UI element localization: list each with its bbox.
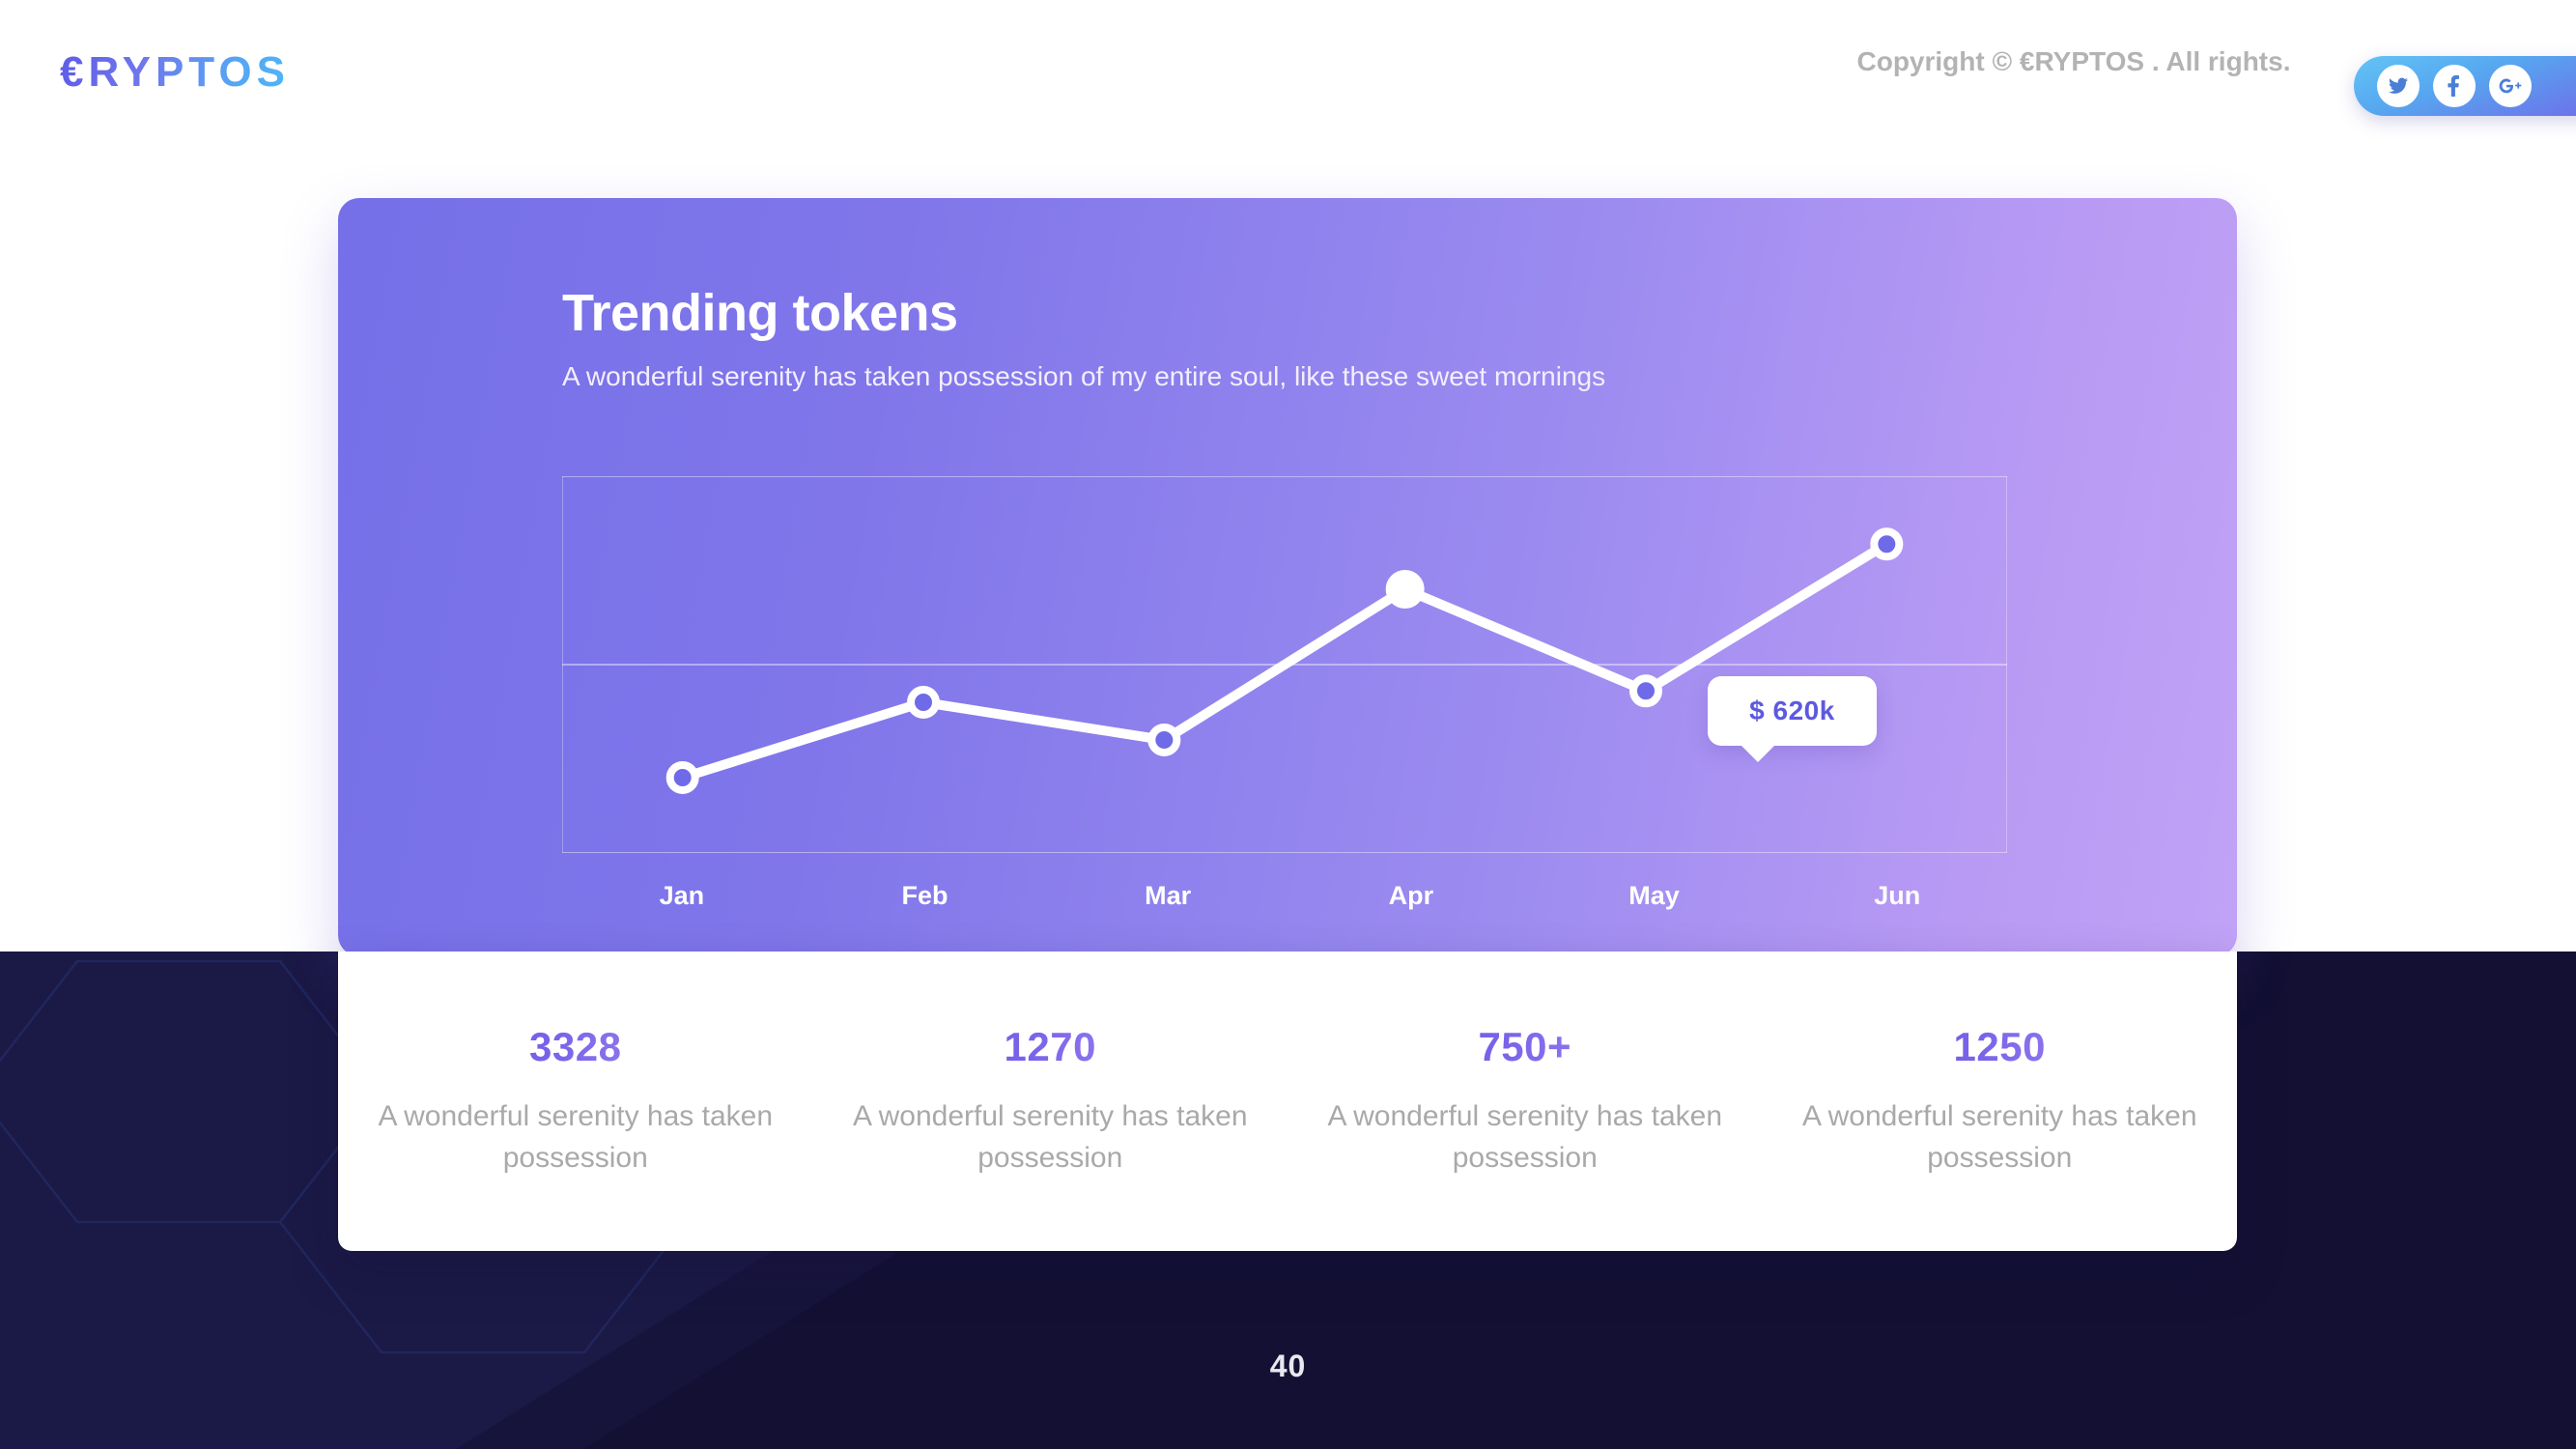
stat-value: 1270 bbox=[848, 1024, 1254, 1070]
x-axis-labels: Jan Feb Mar Apr May Jun bbox=[560, 881, 2019, 911]
twitter-icon[interactable] bbox=[2377, 65, 2420, 107]
page-title: Trending tokens bbox=[562, 284, 958, 342]
chart-data-point[interactable] bbox=[907, 686, 940, 719]
stat-value: 1250 bbox=[1798, 1024, 2203, 1070]
stat-description: A wonderful serenity has taken possessio… bbox=[1327, 1099, 1723, 1175]
facebook-icon[interactable] bbox=[2433, 65, 2476, 107]
stat-description: A wonderful serenity has taken possessio… bbox=[852, 1099, 1248, 1175]
copyright-text: Copyright © €RYPTOS . All rights. bbox=[1856, 46, 2291, 76]
stat-value: 3328 bbox=[373, 1024, 778, 1070]
chart-data-point[interactable] bbox=[1629, 674, 1662, 708]
trending-tokens-card: Trending tokens A wonderful serenity has… bbox=[338, 198, 2237, 956]
card-subtitle: A wonderful serenity has taken possessio… bbox=[562, 361, 1606, 391]
chart-data-point[interactable] bbox=[1147, 724, 1181, 756]
slide-root: €RYPTOS Copyright © €RYPTOS . All rights… bbox=[0, 0, 2576, 1449]
chart-data-point[interactable] bbox=[1870, 527, 1904, 561]
stat-item: 1250 A wonderful serenity has taken poss… bbox=[1763, 1024, 2238, 1179]
x-axis-tick-jan: Jan bbox=[659, 881, 705, 910]
x-axis-tick-apr: Apr bbox=[1388, 881, 1434, 910]
chart-data-point[interactable] bbox=[665, 761, 699, 794]
data-point-tooltip: $ 620k bbox=[1708, 676, 1877, 762]
page-number: 40 bbox=[1269, 1349, 1307, 1383]
stat-item: 3328 A wonderful serenity has taken poss… bbox=[338, 1024, 813, 1179]
stat-description: A wonderful serenity has taken possessio… bbox=[378, 1099, 774, 1175]
stat-value: 750+ bbox=[1322, 1024, 1728, 1070]
chart-data-point[interactable] bbox=[1385, 570, 1425, 609]
line-chart-plot-area bbox=[562, 476, 2007, 853]
x-axis-tick-feb: Feb bbox=[901, 881, 948, 910]
x-axis-tick-may: May bbox=[1628, 881, 1680, 910]
line-chart-svg bbox=[562, 476, 2007, 853]
stat-item: 1270 A wonderful serenity has taken poss… bbox=[813, 1024, 1288, 1179]
stat-item: 750+ A wonderful serenity has taken poss… bbox=[1288, 1024, 1763, 1179]
stats-card: 3328 A wonderful serenity has taken poss… bbox=[338, 952, 2237, 1251]
x-axis-tick-mar: Mar bbox=[1145, 881, 1192, 910]
social-links-bar bbox=[2354, 56, 2576, 116]
stat-description: A wonderful serenity has taken possessio… bbox=[1801, 1099, 2197, 1175]
brand-logo[interactable]: €RYPTOS bbox=[60, 48, 290, 97]
google-plus-icon[interactable] bbox=[2489, 65, 2532, 107]
x-axis-tick-jun: Jun bbox=[1874, 881, 1921, 910]
